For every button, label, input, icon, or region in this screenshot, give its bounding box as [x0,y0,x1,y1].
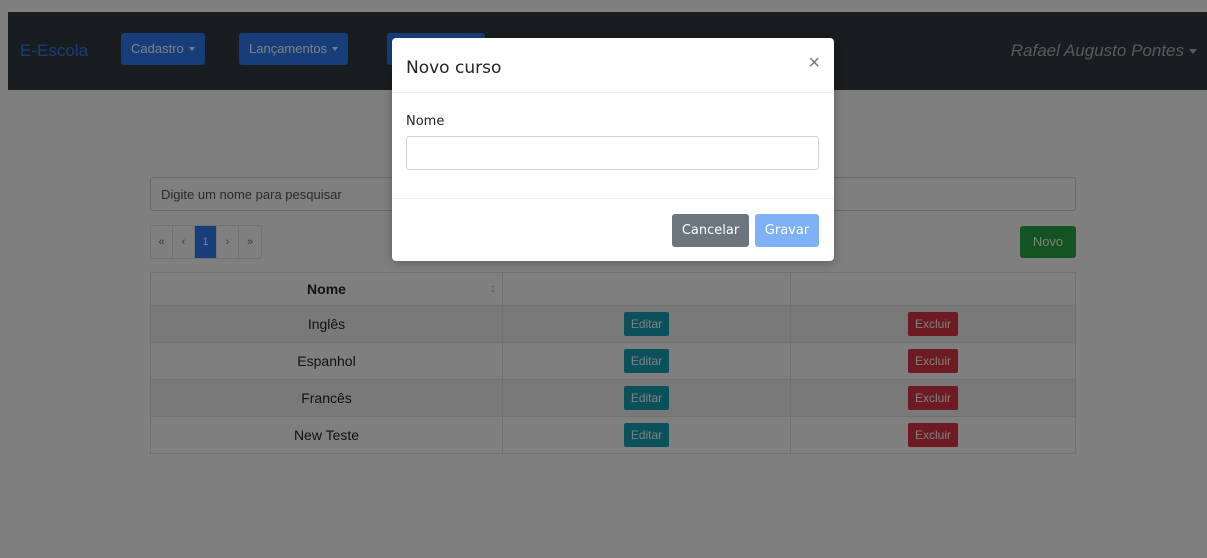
modal-title: Novo curso [406,58,502,78]
modal-header: Novo curso × [392,38,834,93]
modal-body: Nome [392,93,834,199]
name-field-label: Nome [406,114,445,129]
new-course-modal: Novo curso × Nome Cancelar Gravar [392,38,834,261]
save-button[interactable]: Gravar [755,214,819,247]
cancel-button[interactable]: Cancelar [672,214,749,247]
close-icon[interactable]: × [808,53,820,73]
modal-footer: Cancelar Gravar [392,198,834,261]
name-field[interactable] [406,136,819,170]
